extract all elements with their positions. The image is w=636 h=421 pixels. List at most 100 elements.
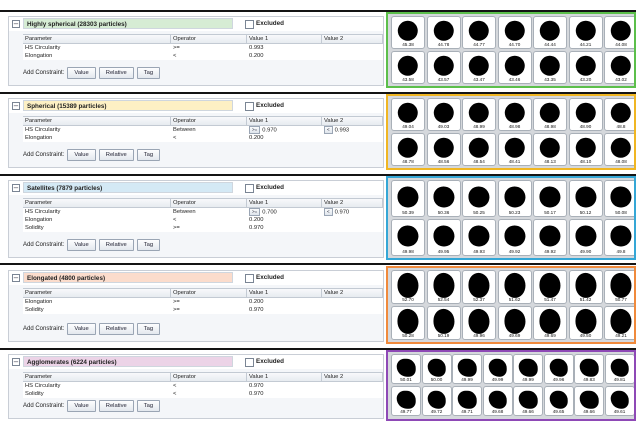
value2-cell[interactable]: <0.993 bbox=[322, 126, 383, 134]
particle-thumbnail[interactable]: 49.77 bbox=[391, 386, 421, 416]
operator-toggle-button[interactable]: < bbox=[324, 208, 333, 216]
excluded-checkbox[interactable] bbox=[245, 184, 254, 193]
add-value-button[interactable]: Value bbox=[67, 239, 96, 251]
particle-thumbnail[interactable]: 48.08 bbox=[604, 133, 634, 166]
constraint-row[interactable]: Elongation <0.200 bbox=[23, 134, 383, 142]
column-header[interactable]: Operator bbox=[171, 289, 247, 297]
particle-thumbnail[interactable]: 50.39 bbox=[391, 180, 425, 217]
column-header[interactable]: Value 2 bbox=[322, 117, 383, 125]
operator-cell[interactable]: < bbox=[171, 134, 247, 142]
particle-thumbnail[interactable]: 44.21 bbox=[568, 16, 603, 49]
particle-thumbnail[interactable]: 49.83 bbox=[574, 354, 604, 384]
parameter-cell[interactable]: Elongation bbox=[23, 52, 171, 60]
column-header[interactable]: Operator bbox=[171, 199, 247, 207]
column-header[interactable]: Operator bbox=[171, 117, 247, 125]
operator-cell[interactable]: < bbox=[171, 216, 247, 224]
add-value-button[interactable]: Value bbox=[67, 67, 96, 79]
particle-thumbnail[interactable]: 43.02 bbox=[604, 51, 634, 84]
column-header[interactable]: Value 1 bbox=[247, 117, 322, 125]
collapse-toggle-icon[interactable]: − bbox=[12, 274, 20, 282]
parameter-cell[interactable]: Elongation bbox=[23, 134, 171, 142]
particle-thumbnail[interactable]: 43.20 bbox=[568, 51, 603, 84]
particle-thumbnail[interactable]: 50.25 bbox=[462, 180, 496, 217]
parameter-cell[interactable]: Elongation bbox=[23, 298, 171, 306]
operator-cell[interactable]: < bbox=[171, 390, 247, 398]
add-tag-button[interactable]: Tag bbox=[136, 323, 161, 335]
column-header[interactable]: Value 1 bbox=[247, 35, 322, 43]
value1-cell[interactable]: >= 0.970 bbox=[247, 126, 322, 134]
constraint-row[interactable]: Elongation <0.200 bbox=[23, 52, 383, 60]
constraint-row[interactable]: HS Circularity Between >= 0.700 <0.970 bbox=[23, 208, 383, 216]
particle-thumbnail[interactable]: 49.71 bbox=[452, 386, 482, 416]
add-value-button[interactable]: Value bbox=[67, 323, 96, 335]
constraint-row[interactable]: Solidity <0.970 bbox=[23, 390, 383, 398]
operator-cell[interactable]: >= bbox=[171, 306, 247, 314]
value2-cell[interactable] bbox=[322, 216, 383, 224]
operator-cell[interactable]: < bbox=[171, 52, 247, 60]
particle-thumbnail[interactable]: 44.70 bbox=[497, 16, 532, 49]
add-relative-button[interactable]: Relative bbox=[98, 149, 134, 161]
particle-thumbnail[interactable]: 43.58 bbox=[391, 51, 425, 84]
particle-thumbnail[interactable]: 50.00 bbox=[421, 354, 452, 384]
particle-thumbnail[interactable]: 50.77 bbox=[604, 270, 634, 304]
value2-cell[interactable] bbox=[322, 134, 383, 142]
value2-cell[interactable] bbox=[322, 306, 383, 314]
particle-thumbnail[interactable]: 49.68 bbox=[482, 386, 513, 416]
value1-cell[interactable]: 0.200 bbox=[247, 298, 322, 306]
particle-thumbnail[interactable]: 52.37 bbox=[462, 270, 496, 304]
particle-thumbnail[interactable]: 49.96 bbox=[462, 306, 496, 340]
particle-thumbnail[interactable]: 49.95 bbox=[426, 219, 461, 256]
value2-cell[interactable] bbox=[322, 44, 383, 52]
value1-cell[interactable]: 0.200 bbox=[247, 52, 322, 60]
particle-thumbnail[interactable]: 48.90 bbox=[568, 98, 603, 131]
particle-thumbnail[interactable]: 50.17 bbox=[533, 180, 567, 217]
operator-toggle-button[interactable]: >= bbox=[249, 126, 261, 134]
particle-thumbnail[interactable]: 44.44 bbox=[533, 16, 567, 49]
particle-thumbnail[interactable]: 49.66 bbox=[513, 386, 543, 416]
particle-thumbnail[interactable]: 49.69 bbox=[497, 306, 532, 340]
value1-cell[interactable]: 0.970 bbox=[247, 224, 322, 232]
particle-thumbnail[interactable]: 50.23 bbox=[497, 180, 532, 217]
constraint-row[interactable]: HS Circularity <0.970 bbox=[23, 382, 383, 390]
value2-cell[interactable] bbox=[322, 382, 383, 390]
column-header[interactable]: Parameter bbox=[23, 117, 171, 125]
group-title[interactable]: Agglomerates (6224 particles) bbox=[23, 356, 233, 367]
constraint-row[interactable]: Elongation <0.200 bbox=[23, 216, 383, 224]
column-header[interactable]: Value 2 bbox=[322, 35, 383, 43]
particle-thumbnail[interactable]: 51.42 bbox=[568, 270, 603, 304]
particle-thumbnail[interactable]: 49.04 bbox=[391, 98, 425, 131]
group-title[interactable]: Highly spherical (28303 particles) bbox=[23, 18, 233, 29]
value1-cell[interactable]: 0.970 bbox=[247, 382, 322, 390]
particle-thumbnail[interactable]: 48.98 bbox=[497, 98, 532, 131]
particle-thumbnail[interactable]: 43.46 bbox=[497, 51, 532, 84]
add-value-button[interactable]: Value bbox=[67, 149, 96, 161]
particle-thumbnail[interactable]: 50.19 bbox=[426, 306, 461, 340]
value2-cell[interactable] bbox=[322, 52, 383, 60]
value1-cell[interactable]: 0.200 bbox=[247, 134, 322, 142]
constraint-row[interactable]: Elongation >= 0.200 bbox=[23, 298, 383, 306]
add-relative-button[interactable]: Relative bbox=[98, 323, 134, 335]
value1-cell[interactable]: 0.200 bbox=[247, 216, 322, 224]
particle-thumbnail[interactable]: 49.99 bbox=[452, 354, 482, 384]
column-header[interactable]: Operator bbox=[171, 35, 247, 43]
particle-thumbnail[interactable]: 51.62 bbox=[497, 270, 532, 304]
add-relative-button[interactable]: Relative bbox=[98, 239, 134, 251]
value1-cell[interactable]: 0.970 bbox=[247, 306, 322, 314]
column-header[interactable]: Parameter bbox=[23, 289, 171, 297]
value2-cell[interactable] bbox=[322, 390, 383, 398]
particle-thumbnail[interactable]: 48.13 bbox=[533, 133, 567, 166]
group-title[interactable]: Spherical (15389 particles) bbox=[23, 100, 233, 111]
collapse-toggle-icon[interactable]: − bbox=[12, 184, 20, 192]
column-header[interactable]: Value 2 bbox=[322, 199, 383, 207]
column-header[interactable]: Value 2 bbox=[322, 373, 383, 381]
particle-thumbnail[interactable]: 48.10 bbox=[568, 133, 603, 166]
value2-cell[interactable] bbox=[322, 224, 383, 232]
particle-thumbnail[interactable]: 50.08 bbox=[604, 180, 634, 217]
particle-thumbnail[interactable]: 52.54 bbox=[426, 270, 461, 304]
parameter-cell[interactable]: Solidity bbox=[23, 306, 171, 314]
constraint-row[interactable]: HS Circularity >= 0.993 bbox=[23, 44, 383, 52]
column-header[interactable]: Value 1 bbox=[247, 199, 322, 207]
value2-cell[interactable]: <0.970 bbox=[322, 208, 383, 216]
column-header[interactable]: Parameter bbox=[23, 373, 171, 381]
value1-cell[interactable]: 0.993 bbox=[247, 44, 322, 52]
